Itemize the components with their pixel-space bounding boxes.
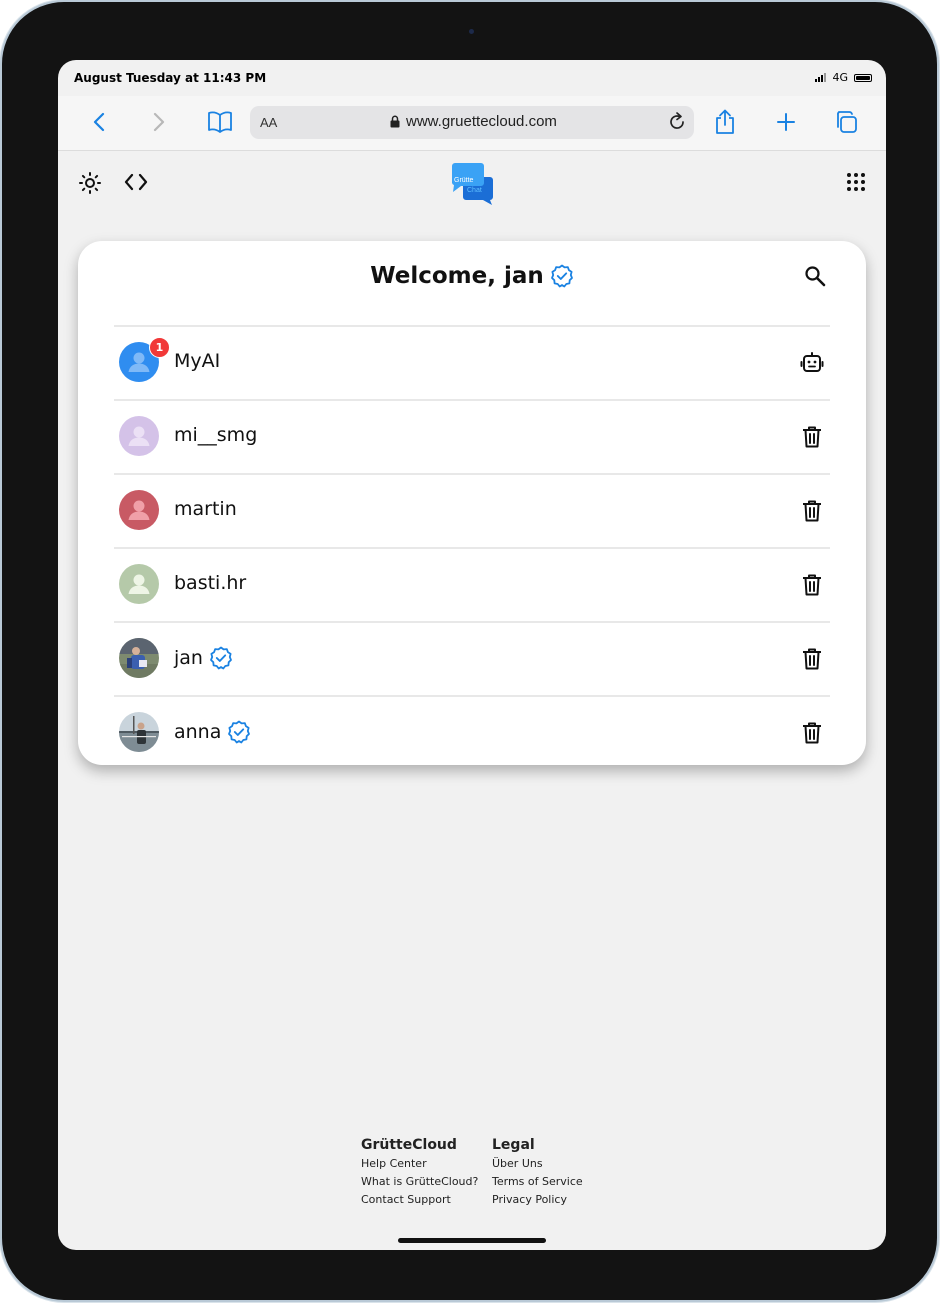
chat-name-text: mi__smg (174, 424, 258, 446)
verified-icon (550, 264, 573, 288)
status-time: August Tuesday at 11:43 PM (74, 71, 267, 85)
chat-name-text: anna (174, 721, 222, 743)
chat-name: basti.hr (174, 572, 246, 594)
chat-name: MyAI (174, 350, 220, 372)
welcome-text: Welcome, jan (370, 263, 544, 289)
reload-icon[interactable] (666, 111, 688, 137)
chat-row[interactable]: anna (114, 695, 830, 769)
battery-icon (854, 73, 872, 82)
chat-name-text: MyAI (174, 350, 221, 372)
url-text: www.gruettecloud.com (390, 113, 557, 130)
avatar-photo (119, 712, 159, 752)
lock-icon (390, 115, 400, 128)
avatar-photo (119, 638, 159, 678)
theme-toggle-icon[interactable] (78, 171, 102, 199)
back-icon[interactable] (83, 106, 115, 138)
chat-name-text: martin (174, 498, 237, 520)
chat-name: jan (174, 646, 233, 670)
signal-icon (815, 73, 827, 82)
footer-link-about[interactable]: What is GrütteCloud? (361, 1175, 478, 1189)
reader-button[interactable]: AA (260, 115, 277, 130)
chat-row[interactable]: mi__smg (114, 399, 830, 473)
trash-icon[interactable] (800, 425, 824, 453)
chat-name: martin (174, 498, 237, 520)
verified-icon (210, 646, 232, 670)
app-header: Grütte Chat (58, 150, 886, 230)
bookmarks-icon[interactable] (204, 106, 236, 138)
footer-link-help[interactable]: Help Center (361, 1157, 478, 1171)
url-value: www.gruettecloud.com (406, 113, 557, 130)
logo-text-bottom: Chat (467, 187, 482, 194)
chat-row[interactable]: basti.hr (114, 547, 830, 621)
unread-badge: 1 (149, 337, 170, 358)
footer-col-legal: Legal Über Uns Terms of Service Privacy … (492, 1137, 583, 1211)
browser-toolbar: AA www.gruettecloud.com (58, 96, 886, 151)
network-label: 4G (832, 71, 848, 84)
bot-icon[interactable] (800, 351, 824, 379)
footer-link-support[interactable]: Contact Support (361, 1193, 478, 1207)
new-tab-icon[interactable] (770, 106, 802, 138)
footer-link-terms[interactable]: Terms of Service (492, 1175, 583, 1189)
tabs-overview-icon[interactable] (830, 106, 862, 138)
front-camera (469, 29, 474, 34)
forward-icon[interactable] (143, 106, 175, 138)
welcome-title: Welcome, jan (78, 263, 866, 289)
avatar (119, 416, 159, 456)
avatar (119, 490, 159, 530)
trash-icon[interactable] (800, 499, 824, 527)
chat-list: 1 MyAI mi__smg martin basti.hr jan anna (114, 325, 830, 769)
verified-icon (228, 720, 251, 744)
address-bar[interactable]: AA www.gruettecloud.com (250, 106, 694, 139)
trash-icon[interactable] (800, 721, 824, 749)
share-icon[interactable] (709, 106, 741, 138)
home-indicator (398, 1238, 546, 1243)
screen: August Tuesday at 11:43 PM 4G AA www.gru… (58, 60, 886, 1250)
chat-name-text: basti.hr (174, 572, 247, 594)
code-icon[interactable] (124, 173, 148, 195)
logo-text-top: Grütte (454, 177, 474, 184)
tablet-frame: August Tuesday at 11:43 PM 4G AA www.gru… (2, 2, 937, 1300)
chat-row[interactable]: jan (114, 621, 830, 695)
apps-grid-icon[interactable] (846, 172, 866, 196)
trash-icon[interactable] (800, 647, 824, 675)
footer-heading: GrütteCloud (361, 1137, 457, 1153)
search-icon[interactable] (804, 265, 826, 291)
footer-link-ueber-uns[interactable]: Über Uns (492, 1157, 583, 1171)
chat-name-text: jan (174, 647, 203, 669)
chat-row[interactable]: 1 MyAI (114, 325, 830, 399)
chat-name: anna (174, 720, 251, 744)
trash-icon[interactable] (800, 573, 824, 601)
footer-heading: Legal (492, 1137, 535, 1153)
chats-card: Welcome, jan 1 MyAI mi__smg martin basti… (78, 241, 866, 765)
status-bar: August Tuesday at 11:43 PM 4G (58, 60, 886, 96)
status-indicators: 4G (815, 71, 872, 84)
footer-link-privacy[interactable]: Privacy Policy (492, 1193, 583, 1207)
avatar (119, 564, 159, 604)
chat-row[interactable]: martin (114, 473, 830, 547)
chat-name: mi__smg (174, 424, 257, 446)
app-logo[interactable]: Grütte Chat (451, 163, 495, 207)
footer-col-company: GrütteCloud Help Center What is GrütteCl… (361, 1137, 478, 1211)
